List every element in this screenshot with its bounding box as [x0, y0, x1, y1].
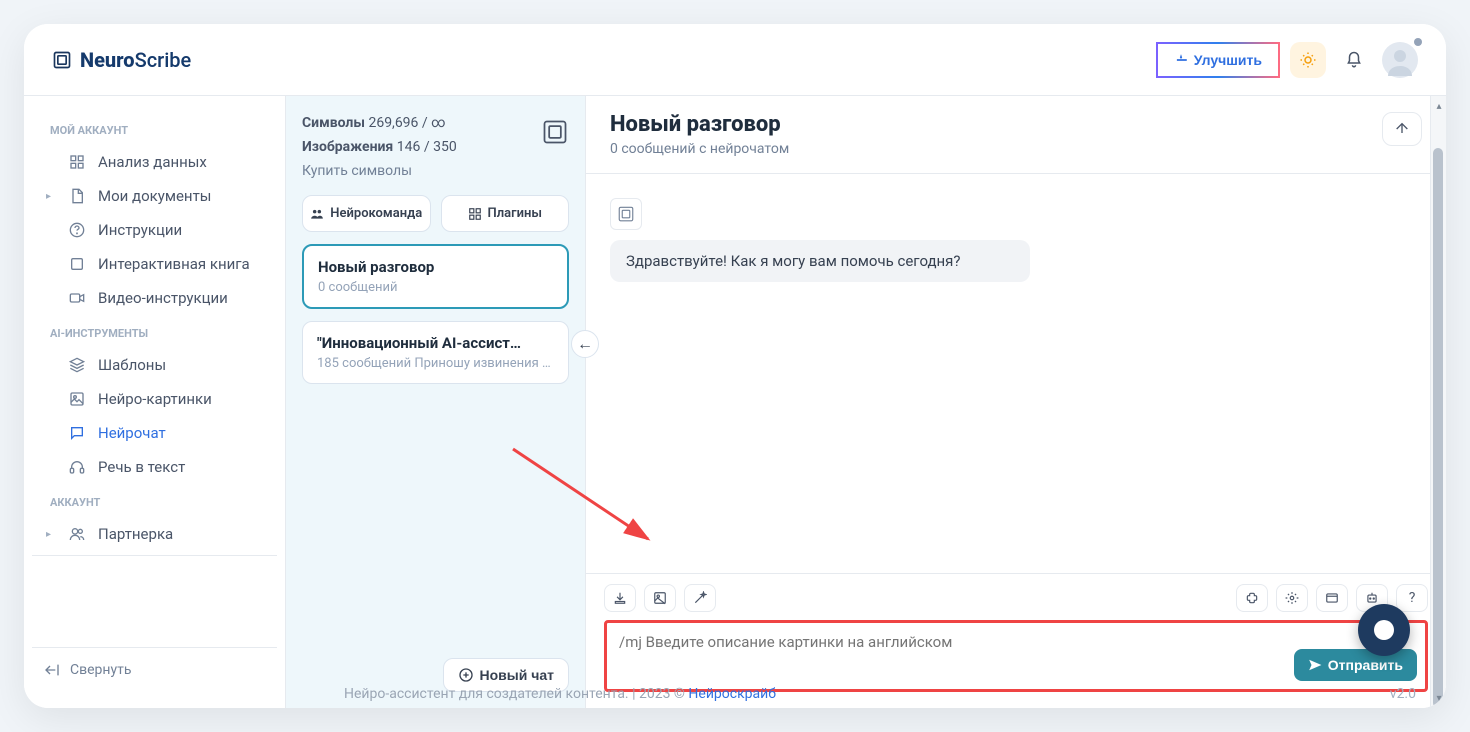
chat-message-bot: Здравствуйте! Как я могу вам помочь сего…: [610, 240, 1030, 282]
support-chat-fab[interactable]: [1358, 604, 1410, 656]
usage-stats: Символы 269,696 / ∞ Изображения 146 / 35…: [302, 112, 569, 183]
sidebar-section-acct2: АККАУНТ: [32, 484, 277, 517]
conversation-card[interactable]: Новый разговор 0 сообщений: [302, 244, 569, 309]
collapse-icon: [44, 662, 60, 678]
sidebar-item-speech[interactable]: Речь в текст: [32, 450, 277, 484]
robot-icon: [1365, 591, 1379, 605]
version-label: v2.0: [1390, 686, 1416, 702]
sidebar-item-inter[interactable]: Интерактивная книга: [32, 247, 277, 281]
notifications-button[interactable]: [1336, 42, 1372, 78]
chat-subtitle: 0 сообщений с нейрочатом: [610, 141, 789, 157]
image-button[interactable]: [644, 584, 676, 612]
scroll-down-icon[interactable]: ▾: [1431, 690, 1446, 706]
sidebar-item-neurochat[interactable]: Нейрочат: [32, 416, 277, 450]
plugins-button[interactable]: Плагины: [441, 195, 570, 232]
plus-circle-icon: [458, 667, 474, 683]
brand-light: Scribe: [135, 48, 192, 72]
collapse-midcol-button[interactable]: ←: [571, 330, 599, 358]
sidebar-item-analiz[interactable]: Анализ данных: [32, 145, 277, 179]
brand-bold: Neuro: [80, 48, 135, 72]
sidebar-item-instr[interactable]: Инструкции: [32, 213, 277, 247]
image-icon: [69, 391, 85, 407]
extension-button[interactable]: [1236, 584, 1268, 612]
send-button[interactable]: Отправить: [1294, 649, 1417, 681]
footer-note: Нейро-ассистент для создателей контента.…: [344, 686, 776, 702]
puzzle-icon: [1245, 591, 1259, 605]
neuroteam-button[interactable]: Нейрокоманда: [302, 195, 431, 232]
chat-input-highlight: Отправить: [604, 620, 1428, 692]
headphones-icon: [69, 459, 85, 475]
conversation-card[interactable]: "Инновационный AI-ассист… 185 сообщений …: [302, 321, 569, 384]
sidebar-item-docs[interactable]: ▸Мои документы: [32, 179, 277, 213]
share-button[interactable]: [1382, 112, 1422, 146]
sun-icon: [1299, 51, 1317, 69]
avatar[interactable]: [1382, 42, 1418, 78]
grid-icon: [69, 154, 85, 170]
rocket-icon: [1174, 53, 1188, 67]
chat-column: Новый разговор 0 сообщений с нейрочатом …: [586, 96, 1446, 708]
scrollbar[interactable]: ▴ ▾: [1430, 96, 1446, 708]
settings-button[interactable]: [1276, 584, 1308, 612]
logo-icon: [52, 50, 72, 70]
team-icon: [310, 207, 324, 221]
share-icon: [1394, 121, 1410, 137]
plugins-icon: [468, 207, 482, 221]
users-icon: [69, 526, 85, 542]
bot-avatar-icon: [610, 198, 642, 230]
brand-logo[interactable]: NeuroScribe: [52, 48, 191, 72]
video-icon: [69, 290, 85, 306]
book-icon: [69, 256, 85, 272]
cube-icon: [541, 118, 569, 155]
magic-button[interactable]: [684, 584, 716, 612]
chat-icon: [69, 425, 85, 441]
sidebar: МОЙ АККАУНТ Анализ данных ▸Мои документы…: [24, 96, 286, 708]
sidebar-section-tools: AI-ИНСТРУМЕНТЫ: [32, 315, 277, 348]
chat-bubble-icon: [1374, 620, 1394, 640]
gear-icon: [1285, 591, 1299, 605]
document-icon: [69, 188, 85, 204]
download-icon: [613, 591, 627, 605]
question-icon: ?: [1409, 590, 1416, 606]
upgrade-button[interactable]: Улучшить: [1156, 42, 1280, 78]
send-icon: [1308, 658, 1322, 672]
theme-toggle-button[interactable]: [1290, 42, 1326, 78]
collapse-sidebar-button[interactable]: Свернуть: [32, 647, 277, 692]
conversations-column: Символы 269,696 / ∞ Изображения 146 / 35…: [286, 96, 586, 708]
user-icon: [1382, 42, 1418, 78]
attach-button[interactable]: [604, 584, 636, 612]
sidebar-section-account: МОЙ АККАУНТ: [32, 112, 277, 145]
scroll-thumb[interactable]: [1433, 148, 1443, 708]
wand-icon: [693, 591, 707, 605]
help-button[interactable]: ?: [1396, 584, 1428, 612]
window-icon: [1325, 591, 1339, 605]
sidebar-item-templates[interactable]: Шаблоны: [32, 348, 277, 382]
image-icon: [653, 591, 667, 605]
help-circle-icon: [69, 222, 85, 238]
chat-title: Новый разговор: [610, 112, 789, 137]
sidebar-item-partner[interactable]: ▸Партнерка: [32, 517, 277, 551]
scroll-up-icon[interactable]: ▴: [1431, 98, 1446, 114]
window-button[interactable]: [1316, 584, 1348, 612]
bell-icon: [1345, 51, 1363, 69]
sidebar-item-neuroimg[interactable]: Нейро-картинки: [32, 382, 277, 416]
sidebar-item-video[interactable]: Видео-инструкции: [32, 281, 277, 315]
buy-symbols-link[interactable]: Купить символы: [302, 160, 569, 184]
footer-link[interactable]: Нейроскрайб: [688, 686, 776, 702]
layers-icon: [69, 357, 85, 373]
